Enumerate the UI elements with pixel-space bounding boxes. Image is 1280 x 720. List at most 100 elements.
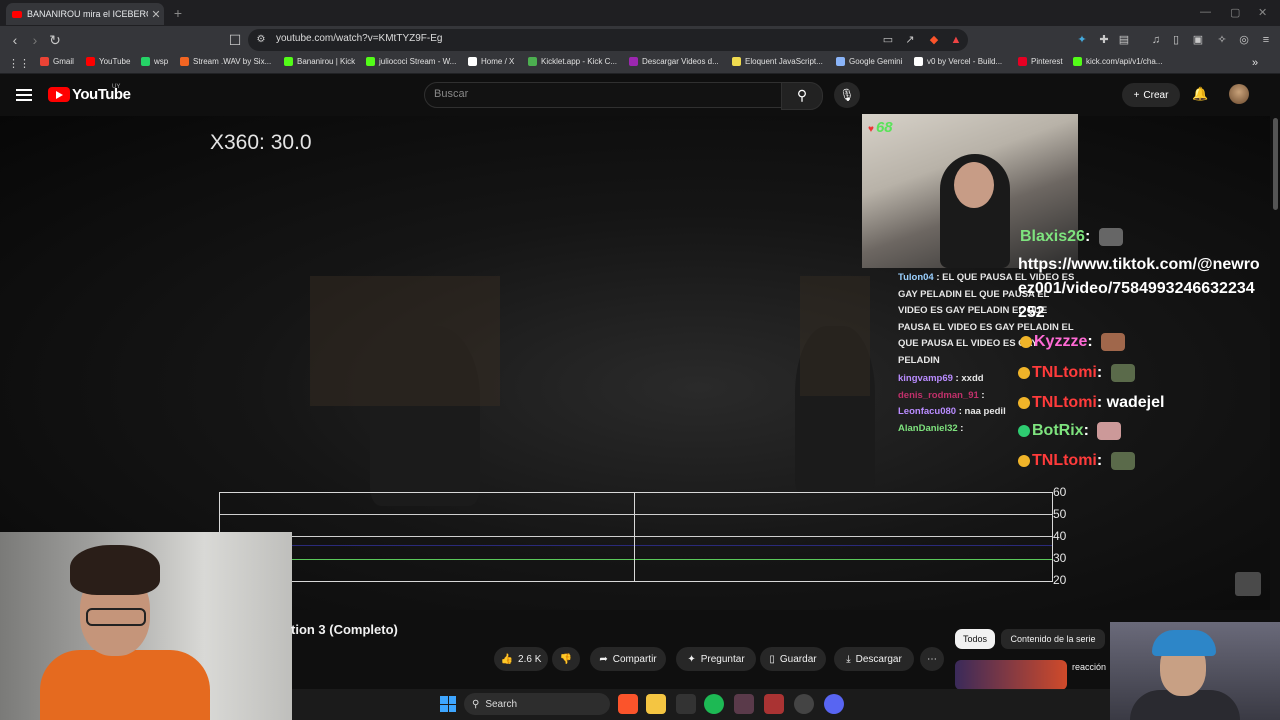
puzzle-icon[interactable]: ✚ <box>1096 32 1112 48</box>
related-video-thumbnail[interactable] <box>955 660 1067 690</box>
bookmark-favicon-icon <box>468 57 477 66</box>
bookmark-item[interactable]: Gmail <box>40 57 74 66</box>
cast-icon[interactable]: ▭ <box>880 32 896 48</box>
chat-big-message: Kyzzze: <box>1020 333 1126 351</box>
spotify-icon[interactable] <box>704 694 724 714</box>
scrollbar-thumb[interactable] <box>1273 118 1278 210</box>
bookmark-item[interactable]: kick.com/api/v1/cha... <box>1073 57 1162 66</box>
brave-shield-icon[interactable]: ◆ <box>926 32 942 48</box>
miniplayer-icon[interactable] <box>1235 572 1261 596</box>
windows-start-icon[interactable] <box>440 696 456 712</box>
bookmark-label: Google Gemini <box>849 57 903 66</box>
apps-icon[interactable]: ⋮⋮ <box>8 57 30 70</box>
streamer-face <box>954 162 994 208</box>
bookmark-item[interactable]: YouTube <box>86 57 130 66</box>
share-button[interactable]: ➦ Compartir <box>590 647 666 671</box>
minimize-icon[interactable]: — <box>1200 6 1211 18</box>
chat-big-text: ez001/video/7584993246632234 <box>1018 280 1255 297</box>
bookmark-favicon-icon <box>732 57 741 66</box>
download-label: Descargar <box>855 653 902 665</box>
like-button[interactable]: 👍 2.6 K <box>494 647 548 671</box>
bookmark-item[interactable]: Pinterest <box>1018 57 1063 66</box>
graph-axis-label: 30 <box>1053 551 1067 565</box>
bookmark-label: Bananirou | Kick <box>297 57 356 66</box>
youtube-logo-text[interactable]: YouTube <box>72 86 131 103</box>
bookmark-item[interactable]: v0 by Vercel - Build... <box>914 57 1002 66</box>
folder-icon[interactable] <box>646 694 666 714</box>
bookmark-favicon-icon <box>86 57 95 66</box>
graph-axis-label: 40 <box>1053 529 1067 543</box>
bookmark-item[interactable]: Eloquent JavaScript... <box>732 57 823 66</box>
chat-big-username: TNLtomi <box>1032 452 1097 470</box>
reactor-glasses <box>86 608 146 626</box>
bookmark-label: Descargar Videos d... <box>642 57 719 66</box>
steam-icon[interactable] <box>734 694 754 714</box>
bell-icon[interactable]: 🔔 <box>1192 86 1208 102</box>
forward-icon[interactable]: › <box>26 31 44 49</box>
avatar[interactable] <box>1229 84 1249 104</box>
music-icon[interactable]: ♫ <box>1148 32 1164 48</box>
more-icon: ⋯ <box>927 653 937 665</box>
browser-tab[interactable]: BANANIROU mira el ICEBERG ✕ <box>6 3 164 25</box>
download-icon: ⤓ <box>846 653 851 665</box>
new-tab-icon[interactable]: + <box>170 5 186 21</box>
search-input[interactable] <box>424 82 782 108</box>
chat-separator: : <box>1087 333 1098 351</box>
brave-icon[interactable] <box>618 694 638 714</box>
vpn-icon[interactable]: ◎ <box>1236 32 1252 48</box>
dislike-button[interactable]: 👎 <box>552 647 580 671</box>
bookmark-item[interactable]: Bananirou | Kick <box>284 57 355 66</box>
reader-icon[interactable]: ▤ <box>1116 32 1132 48</box>
site-info-icon[interactable]: ⚙ <box>252 31 270 49</box>
more-actions-button[interactable]: ⋯ <box>920 647 944 671</box>
bookmark-item[interactable]: wsp <box>141 57 168 66</box>
chat-big-message: https://www.tiktok.com/@newro <box>1018 256 1260 274</box>
hamburger-menu-icon[interactable] <box>16 86 32 102</box>
share-icon[interactable]: ↗ <box>902 32 918 48</box>
search-placeholder: Buscar <box>434 88 469 100</box>
more-bookmarks-icon[interactable]: » <box>1252 57 1258 69</box>
maximize-icon[interactable]: ▢ <box>1230 6 1240 19</box>
back-icon[interactable]: ‹ <box>6 31 24 49</box>
bookmark-favicon-icon <box>528 57 537 66</box>
bookmark-item[interactable]: Kicklet.app - Kick C... <box>528 57 617 66</box>
chip-series[interactable]: Contenido de la serie <box>1001 629 1105 649</box>
rewards-icon[interactable]: ▲ <box>948 32 964 48</box>
leo-icon[interactable]: ✧ <box>1214 32 1230 48</box>
menu-icon[interactable]: ≡ <box>1258 32 1274 48</box>
save-button[interactable]: ▯ Guardar <box>760 647 826 671</box>
country-code: UY <box>112 84 121 90</box>
chrome-icon[interactable] <box>794 694 814 714</box>
wallet-icon[interactable]: ▣ <box>1190 32 1206 48</box>
share-arrow-icon: ➦ <box>599 653 608 665</box>
bookmark-label: Stream .WAV by Six... <box>193 57 272 66</box>
download-button[interactable]: ⤓ Descargar <box>834 647 914 671</box>
mic-icon[interactable]: 🎙 <box>834 82 860 108</box>
youtube-logo-icon[interactable] <box>48 87 70 102</box>
viewer-count-value: 68 <box>875 119 893 136</box>
create-button[interactable]: + Crear <box>1122 83 1180 107</box>
url-text[interactable]: youtube.com/watch?v=KMtTYZ9F-Eg <box>276 33 442 44</box>
sidebar-icon[interactable]: ▯ <box>1168 32 1184 48</box>
save-icon: ▯ <box>769 653 775 665</box>
close-window-icon[interactable]: ✕ <box>1258 6 1267 19</box>
reload-icon[interactable]: ↻ <box>46 31 64 49</box>
discord-icon[interactable] <box>824 694 844 714</box>
bookmark-item[interactable]: Descargar Videos d... <box>629 57 719 66</box>
related-video-title[interactable]: reacción <box>1072 662 1106 672</box>
ask-button[interactable]: ✦ Preguntar <box>676 647 756 671</box>
search-button[interactable]: ⚲ <box>781 82 823 110</box>
extension-icon[interactable]: ✦ <box>1074 32 1090 48</box>
bookmark-item[interactable]: juliococi Stream - W... <box>366 57 456 66</box>
chip-all[interactable]: Todos <box>955 629 995 649</box>
close-tab-icon[interactable]: ✕ <box>148 8 164 21</box>
bookmark-item[interactable]: Google Gemini <box>836 57 902 66</box>
terminal-icon[interactable] <box>676 694 696 714</box>
chat-separator: : <box>957 422 964 434</box>
bookmark-icon[interactable]: ☐ <box>226 31 244 49</box>
chat-text: xxdd <box>961 373 984 384</box>
app-icon[interactable] <box>764 694 784 714</box>
bookmark-item[interactable]: Stream .WAV by Six... <box>180 57 271 66</box>
bookmark-item[interactable]: Home / X <box>468 57 514 66</box>
taskbar-search[interactable]: ⚲ Search <box>464 693 610 715</box>
